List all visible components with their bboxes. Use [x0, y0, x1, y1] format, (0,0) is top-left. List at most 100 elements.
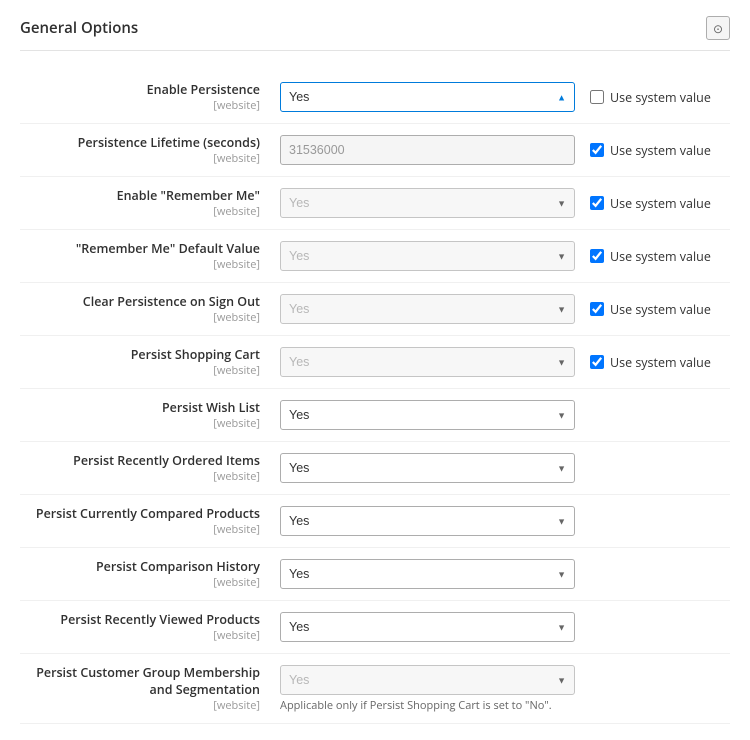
- input-cell: Yes: [280, 71, 590, 124]
- input-cell: Yes: [280, 442, 590, 495]
- system-cell: [590, 601, 730, 654]
- system-cell: Use system value: [590, 177, 730, 230]
- table-row: Persist Wish List [website] Yes: [20, 389, 730, 442]
- persist_customer_group-select[interactable]: Yes: [280, 665, 575, 695]
- label-cell: Persist Shopping Cart [website]: [20, 336, 280, 389]
- field-label: Persist Shopping Cart: [20, 346, 260, 363]
- system-cell: Use system value: [590, 230, 730, 283]
- label-cell: Persist Currently Compared Products [web…: [20, 495, 280, 548]
- input-cell: Yes Applicable only if Persist Shopping C…: [280, 654, 590, 724]
- table-row: Clear Persistence on Sign Out [website] …: [20, 283, 730, 336]
- scope-label: [website]: [20, 257, 260, 272]
- persist_shopping_cart-select[interactable]: Yes: [280, 347, 575, 377]
- input-cell: Yes: [280, 283, 590, 336]
- section-header: General Options ⊙: [20, 16, 730, 51]
- label-cell: Persist Comparison History [website]: [20, 548, 280, 601]
- table-row: Persist Customer Group Membership and Se…: [20, 654, 730, 724]
- input-cell: Yes: [280, 548, 590, 601]
- system-value-label: Use system value: [610, 354, 711, 371]
- input-cell: Yes: [280, 389, 590, 442]
- select-wrapper: Yes: [280, 612, 575, 642]
- system-value-wrapper: Use system value: [590, 354, 730, 371]
- table-row: Persist Comparison History [website] Yes: [20, 548, 730, 601]
- system-value-wrapper: Use system value: [590, 301, 730, 318]
- input-cell: Yes: [280, 495, 590, 548]
- collapse-button[interactable]: ⊙: [706, 16, 730, 40]
- select-wrapper: Yes: [280, 82, 575, 112]
- system-cell: [590, 495, 730, 548]
- system-cell: [590, 389, 730, 442]
- label-cell: "Remember Me" Default Value [website]: [20, 230, 280, 283]
- persist_comparison_history-select[interactable]: Yes: [280, 559, 575, 589]
- table-row: Persistence Lifetime (seconds) [website]…: [20, 124, 730, 177]
- system-cell: [590, 442, 730, 495]
- scope-label: [website]: [20, 575, 260, 590]
- persist_wish_list-select[interactable]: Yes: [280, 400, 575, 430]
- label-cell: Persist Recently Ordered Items [website]: [20, 442, 280, 495]
- field-label: Persist Customer Group Membership and Se…: [20, 664, 260, 698]
- select-wrapper: Yes: [280, 400, 575, 430]
- scope-label: [website]: [20, 416, 260, 431]
- persist_recently_viewed-select[interactable]: Yes: [280, 612, 575, 642]
- field-label: Persist Recently Viewed Products: [20, 611, 260, 628]
- system-cell: Use system value: [590, 283, 730, 336]
- input-cell: [280, 124, 590, 177]
- persistence_lifetime-system-checkbox[interactable]: [590, 143, 604, 157]
- scope-label: [website]: [20, 310, 260, 325]
- label-cell: Enable Persistence [website]: [20, 71, 280, 124]
- system-value-label: Use system value: [610, 142, 711, 159]
- system-value-wrapper: Use system value: [590, 89, 730, 106]
- table-row: Persist Recently Ordered Items [website]…: [20, 442, 730, 495]
- clear_persistence_sign_out-select[interactable]: Yes: [280, 294, 575, 324]
- table-row: Persist Recently Viewed Products [websit…: [20, 601, 730, 654]
- input-cell: Yes: [280, 336, 590, 389]
- table-row: Enable Persistence [website] Yes Use syst…: [20, 71, 730, 124]
- field-label: Persist Comparison History: [20, 558, 260, 575]
- clear_persistence_sign_out-system-checkbox[interactable]: [590, 302, 604, 316]
- label-cell: Persist Recently Viewed Products [websit…: [20, 601, 280, 654]
- options-form: Enable Persistence [website] Yes Use syst…: [20, 71, 730, 724]
- input-cell: Yes: [280, 177, 590, 230]
- scope-label: [website]: [20, 698, 260, 713]
- scope-label: [website]: [20, 204, 260, 219]
- input-cell: Yes: [280, 230, 590, 283]
- system-value-label: Use system value: [610, 248, 711, 265]
- persist_shopping_cart-system-checkbox[interactable]: [590, 355, 604, 369]
- system-cell: Use system value: [590, 336, 730, 389]
- scope-label: [website]: [20, 628, 260, 643]
- field-label: Persistence Lifetime (seconds): [20, 134, 260, 151]
- select-wrapper: Yes: [280, 241, 575, 271]
- enable_remember_me-select[interactable]: Yes: [280, 188, 575, 218]
- select-wrapper: Yes: [280, 665, 575, 695]
- field-label: Enable "Remember Me": [20, 187, 260, 204]
- enable_persistence-select[interactable]: Yes: [280, 82, 575, 112]
- persist_recently_ordered-select[interactable]: Yes: [280, 453, 575, 483]
- field-label: Persist Wish List: [20, 399, 260, 416]
- select-wrapper: Yes: [280, 188, 575, 218]
- remember_me_default-system-checkbox[interactable]: [590, 249, 604, 263]
- remember_me_default-select[interactable]: Yes: [280, 241, 575, 271]
- label-cell: Persist Wish List [website]: [20, 389, 280, 442]
- system-value-wrapper: Use system value: [590, 248, 730, 265]
- input-cell: Yes: [280, 601, 590, 654]
- persist_currently_compared-select[interactable]: Yes: [280, 506, 575, 536]
- system-value-label: Use system value: [610, 195, 711, 212]
- system-cell: Use system value: [590, 124, 730, 177]
- scope-label: [website]: [20, 363, 260, 378]
- field-note: Applicable only if Persist Shopping Cart…: [280, 698, 575, 713]
- select-wrapper: Yes: [280, 506, 575, 536]
- system-value-wrapper: Use system value: [590, 195, 730, 212]
- label-cell: Enable "Remember Me" [website]: [20, 177, 280, 230]
- select-wrapper: Yes: [280, 559, 575, 589]
- field-label: Clear Persistence on Sign Out: [20, 293, 260, 310]
- enable_remember_me-system-checkbox[interactable]: [590, 196, 604, 210]
- enable_persistence-system-checkbox[interactable]: [590, 90, 604, 104]
- system-cell: [590, 548, 730, 601]
- label-cell: Persistence Lifetime (seconds) [website]: [20, 124, 280, 177]
- field-label: Persist Currently Compared Products: [20, 505, 260, 522]
- scope-label: [website]: [20, 522, 260, 537]
- persistence_lifetime-input[interactable]: [280, 135, 575, 165]
- table-row: "Remember Me" Default Value [website] Ye…: [20, 230, 730, 283]
- system-value-label: Use system value: [610, 89, 711, 106]
- system-value-wrapper: Use system value: [590, 142, 730, 159]
